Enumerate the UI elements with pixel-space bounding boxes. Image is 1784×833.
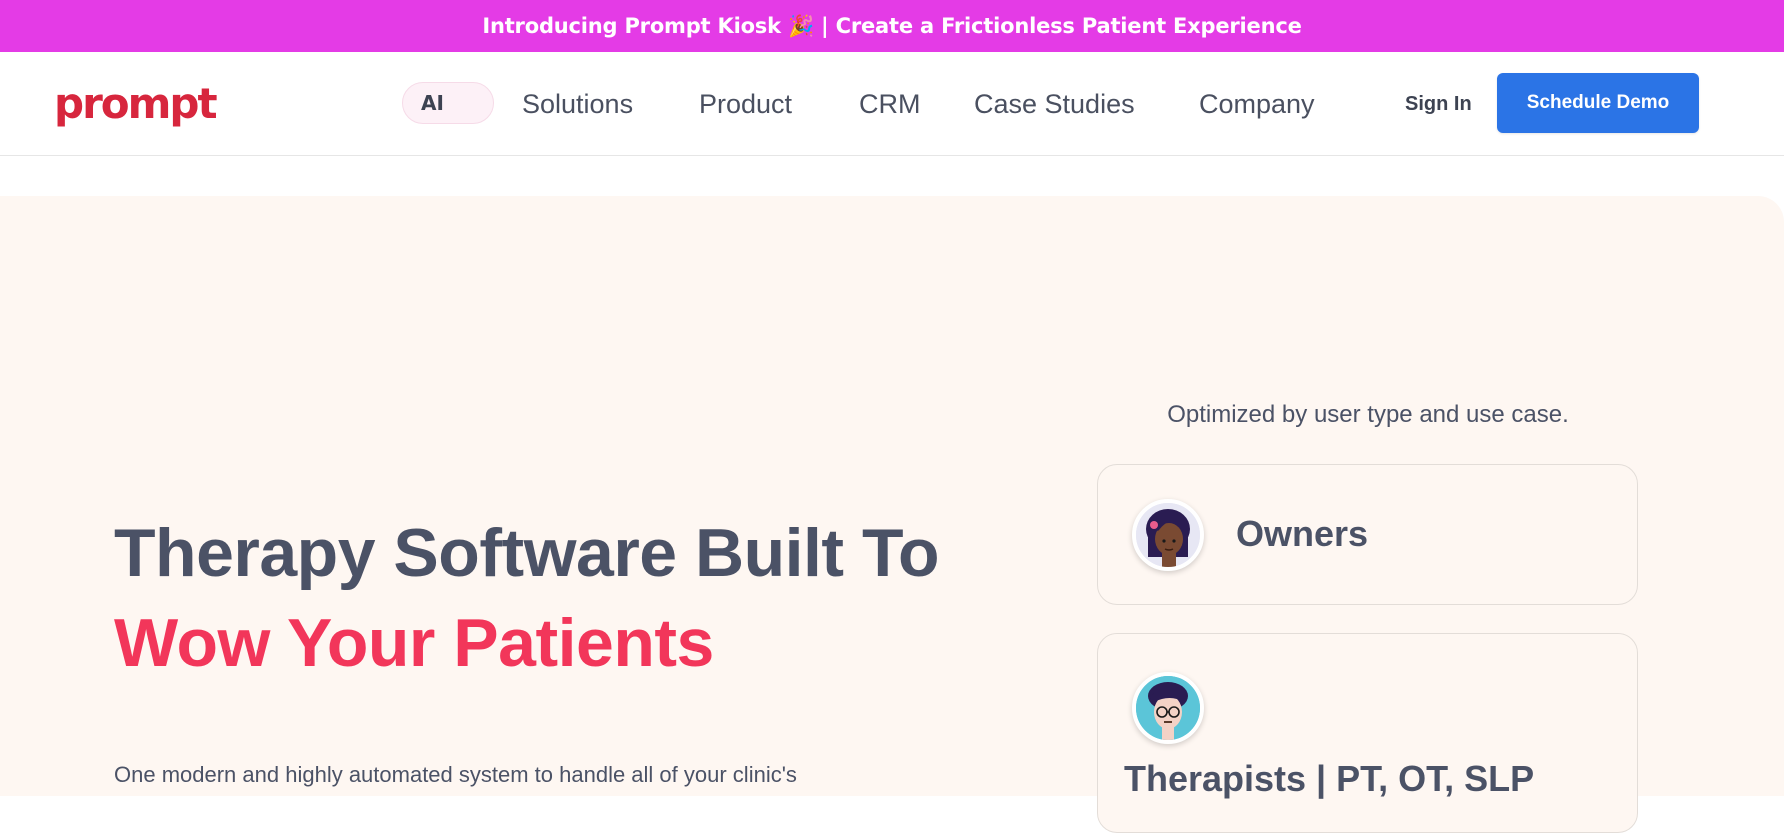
logo-text[interactable]: prompt: [54, 83, 218, 125]
hero-section: Therapy Software Built To Wow Your Patie…: [0, 196, 1784, 833]
hero-headline-line2: Wow Your Patients: [114, 605, 714, 681]
user-type-card-therapists[interactable]: Therapists | PT, OT, SLP: [1097, 633, 1638, 833]
nav-product[interactable]: Product: [699, 84, 792, 124]
nav-company[interactable]: Company: [1199, 84, 1315, 124]
nav-ai-label[interactable]: AI: [421, 91, 444, 115]
schedule-demo-label[interactable]: Schedule Demo: [1527, 92, 1670, 114]
nav-company-label[interactable]: Company: [1199, 89, 1315, 120]
announcement-bar[interactable]: Introducing Prompt Kiosk 🎉 | Create a Fr…: [0, 0, 1784, 52]
nav-solutions[interactable]: Solutions: [522, 84, 633, 124]
therapists-title[interactable]: Therapists | PT, OT, SLP: [1124, 758, 1534, 800]
nav-product-label[interactable]: Product: [699, 89, 792, 120]
user-type-label: Optimized by user type and use case.: [1167, 401, 1569, 428]
sign-in-label[interactable]: Sign In: [1405, 93, 1472, 116]
owners-title[interactable]: Owners: [1236, 513, 1368, 555]
nav-crm-label[interactable]: CRM: [859, 89, 921, 120]
nav-crm[interactable]: CRM: [859, 84, 921, 124]
hero-description: One modern and highly automated system t…: [114, 762, 797, 787]
hero-headline: Therapy Software Built To Wow Your Patie…: [114, 508, 939, 688]
schedule-demo-button[interactable]: Schedule Demo: [1497, 73, 1699, 133]
sign-in-link[interactable]: Sign In: [1405, 88, 1472, 120]
nav-case-studies-label[interactable]: Case Studies: [974, 89, 1135, 120]
site-header: prompt AI Solutions Product CRM Case Stu…: [0, 52, 1784, 156]
user-type-card-owners[interactable]: Owners: [1097, 464, 1638, 605]
nav-ai-pill[interactable]: AI: [402, 82, 494, 124]
prompt-logo[interactable]: prompt: [54, 82, 218, 126]
therapist-avatar-icon: [1132, 672, 1204, 744]
owner-avatar-icon: [1132, 499, 1204, 571]
nav-solutions-label[interactable]: Solutions: [522, 89, 633, 120]
nav-case-studies[interactable]: Case Studies: [974, 84, 1135, 124]
announcement-text[interactable]: Introducing Prompt Kiosk 🎉 | Create a Fr…: [482, 14, 1301, 39]
hero-headline-line1: Therapy Software Built To: [114, 515, 939, 591]
